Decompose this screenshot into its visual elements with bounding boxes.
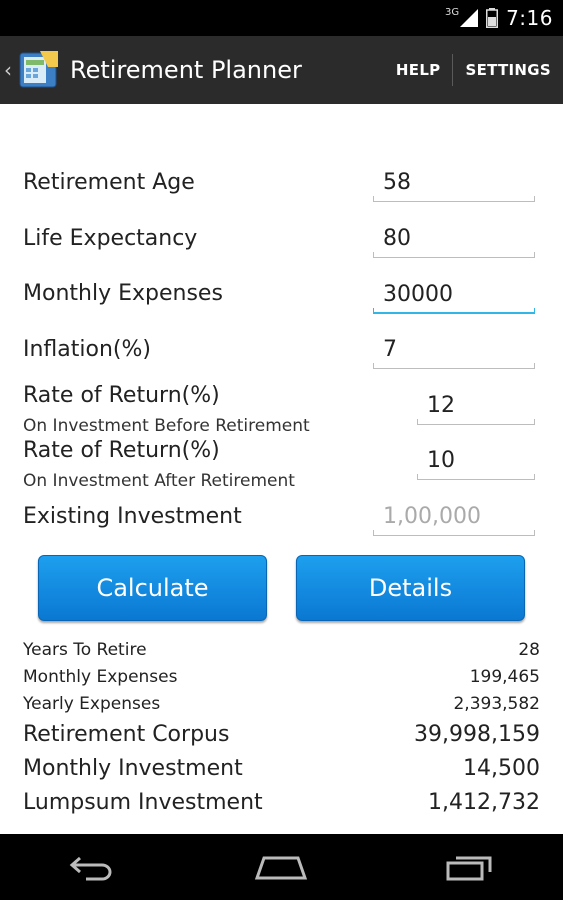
result-row: Lumpsum Investment 1,412,732	[23, 790, 540, 815]
field-underline	[373, 308, 535, 314]
life-expectancy-input[interactable]	[373, 222, 535, 254]
inflation-label: Inflation(%)	[23, 337, 151, 362]
result-label: Yearly Expenses	[23, 694, 161, 714]
return-after-input[interactable]	[417, 444, 535, 476]
details-button[interactable]: Details	[296, 555, 525, 621]
recent-apps-icon[interactable]	[445, 852, 495, 882]
battery-icon	[486, 8, 499, 28]
return-before-sublabel: On Investment Before Retirement	[23, 416, 310, 436]
return-before-input[interactable]	[417, 389, 535, 421]
life-expectancy-field[interactable]	[373, 222, 535, 258]
monthly-expenses-input[interactable]	[373, 278, 535, 310]
app-title: Retirement Planner	[70, 56, 302, 84]
result-value: 28	[518, 640, 540, 660]
return-before-label: Rate of Return(%)	[23, 383, 220, 408]
clock: 7:16	[506, 6, 553, 30]
return-after-label: Rate of Return(%)	[23, 438, 220, 463]
life-expectancy-label: Life Expectancy	[23, 226, 198, 251]
result-value: 1,412,732	[428, 790, 540, 815]
up-caret-icon[interactable]: ‹	[4, 58, 16, 82]
status-bar: 3G 7:16	[0, 0, 563, 36]
retirement-age-label: Retirement Age	[23, 170, 195, 195]
field-underline	[417, 474, 535, 480]
main-content: Retirement Age Life Expectancy Monthly E…	[0, 104, 563, 834]
retirement-age-input[interactable]	[373, 166, 535, 198]
return-after-field[interactable]	[417, 444, 535, 480]
result-row: Retirement Corpus 39,998,159	[23, 722, 540, 747]
inflation-input[interactable]	[373, 333, 535, 365]
result-value: 39,998,159	[414, 722, 540, 747]
result-value: 14,500	[463, 756, 540, 781]
help-button[interactable]: HELP	[384, 36, 453, 104]
retirement-age-field[interactable]	[373, 166, 535, 202]
network-type-label: 3G	[444, 6, 460, 18]
result-label: Lumpsum Investment	[23, 790, 263, 815]
result-value: 2,393,582	[453, 694, 540, 714]
existing-investment-label: Existing Investment	[23, 504, 242, 529]
field-underline	[417, 419, 535, 425]
field-underline	[373, 252, 535, 258]
result-label: Years To Retire	[23, 640, 147, 660]
back-icon[interactable]	[68, 852, 118, 882]
monthly-expenses-field[interactable]	[373, 278, 535, 314]
result-label: Monthly Expenses	[23, 667, 178, 687]
field-underline	[373, 530, 535, 536]
app-logo-icon[interactable]	[18, 49, 60, 91]
result-label: Monthly Investment	[23, 756, 243, 781]
settings-button[interactable]: SETTINGS	[453, 36, 563, 104]
action-bar: ‹ Retirement Planner HELP SETTINGS	[0, 36, 563, 104]
result-row: Yearly Expenses 2,393,582	[23, 694, 540, 714]
navigation-bar	[0, 834, 563, 900]
existing-investment-input[interactable]	[373, 500, 535, 532]
signal-icon	[460, 9, 479, 27]
result-row: Years To Retire 28	[23, 640, 540, 660]
existing-investment-field[interactable]	[373, 500, 535, 536]
return-after-sublabel: On Investment After Retirement	[23, 471, 295, 491]
field-underline	[373, 196, 535, 202]
result-value: 199,465	[469, 667, 540, 687]
return-before-field[interactable]	[417, 389, 535, 425]
result-row: Monthly Expenses 199,465	[23, 667, 540, 687]
field-underline	[373, 363, 535, 369]
inflation-field[interactable]	[373, 333, 535, 369]
result-row: Monthly Investment 14,500	[23, 756, 540, 781]
calculate-button[interactable]: Calculate	[38, 555, 267, 621]
result-label: Retirement Corpus	[23, 722, 230, 747]
monthly-expenses-label: Monthly Expenses	[23, 281, 223, 306]
home-icon[interactable]	[254, 852, 308, 882]
